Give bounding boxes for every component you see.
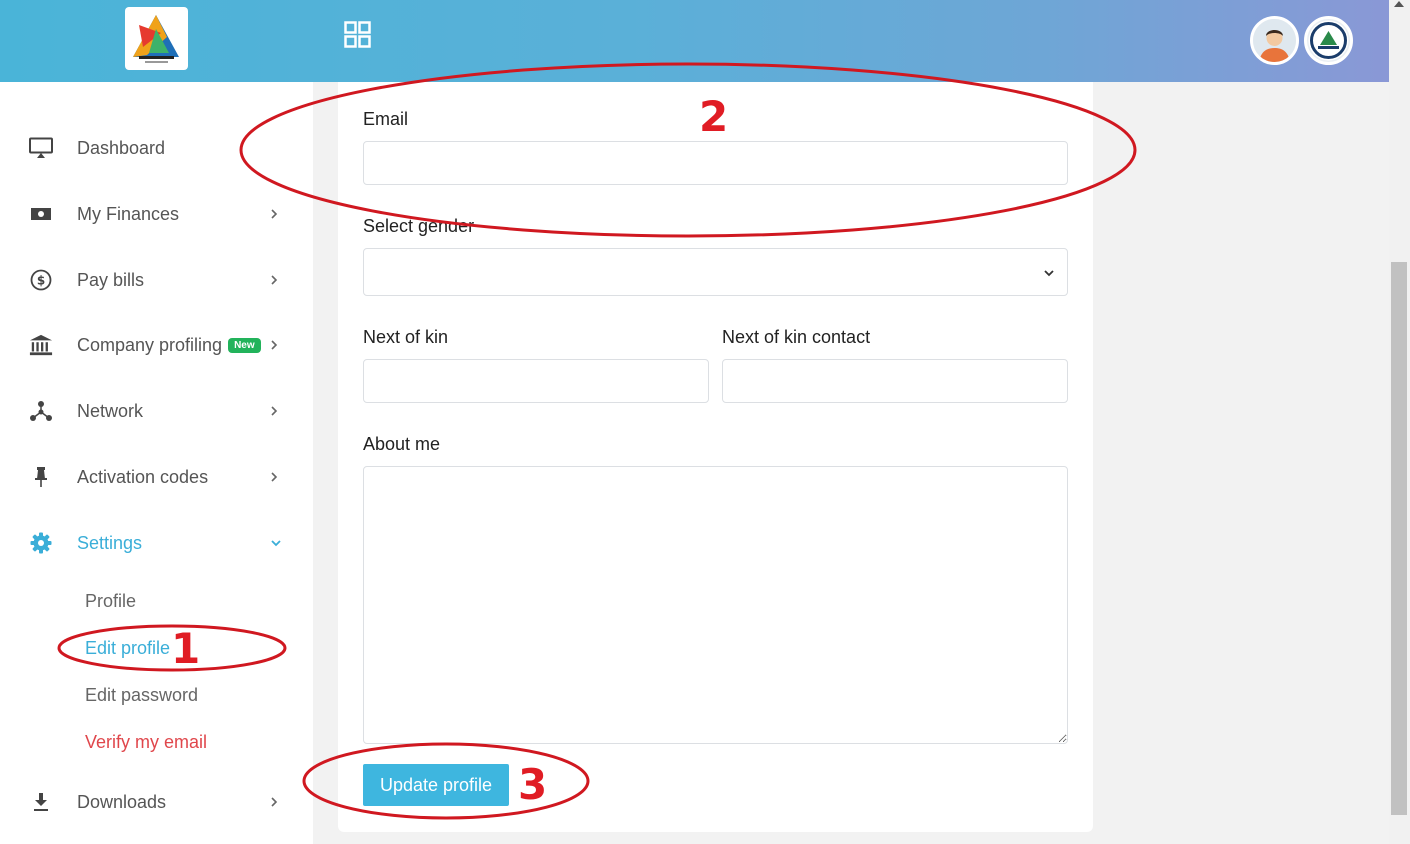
sidebar-item-dashboard[interactable]: Dashboard: [0, 128, 313, 168]
user-avatar-icon: [1253, 19, 1296, 62]
money-icon: [29, 202, 53, 226]
chevron-right-icon: [271, 406, 278, 416]
gear-icon: [29, 531, 53, 555]
sidebar-item-label: Company profiling New: [77, 335, 261, 356]
about-me-label: About me: [363, 434, 441, 454]
about-me-textarea[interactable]: [363, 466, 1068, 744]
bank-icon: [29, 333, 53, 357]
monitor-icon: [29, 136, 53, 160]
sidebar-item-network[interactable]: Network: [0, 391, 313, 431]
chevron-right-icon: [271, 340, 278, 350]
download-icon: [29, 790, 53, 814]
sidebar-item-settings[interactable]: Settings: [0, 523, 313, 563]
next-of-kin-field[interactable]: [363, 359, 709, 403]
dollar-circle-icon: $: [29, 268, 53, 292]
sidebar-item-my-finances[interactable]: My Finances: [0, 194, 313, 234]
sidebar: Dashboard My Finances $ Pay bills Compan…: [0, 82, 313, 844]
top-bar: [0, 0, 1389, 82]
submenu-edit-password[interactable]: Edit password: [85, 685, 198, 706]
company-avatar[interactable]: [1304, 16, 1353, 65]
sidebar-item-label: My Finances: [77, 203, 180, 224]
sidebar-item-label: Activation codes: [77, 466, 209, 487]
scrollbar-thumb[interactable]: [1391, 262, 1407, 815]
annotation-number-1: 1: [171, 624, 201, 673]
annotation-number-2: 2: [699, 92, 729, 141]
sidebar-item-label: Pay bills: [77, 269, 145, 290]
submenu-verify-email[interactable]: Verify my email: [85, 732, 207, 753]
annotation-number-3: 3: [518, 760, 548, 809]
scroll-up-arrow-icon[interactable]: [1393, 0, 1405, 8]
sidebar-item-label: Dashboard: [77, 137, 166, 158]
sidebar-item-label: Settings: [77, 532, 143, 553]
chevron-right-icon: [271, 472, 278, 482]
chevron-right-icon: [271, 275, 278, 285]
company-logo[interactable]: [125, 7, 188, 70]
submenu-profile[interactable]: Profile: [85, 591, 136, 612]
company-avatar-icon: [1308, 20, 1349, 61]
update-profile-button[interactable]: Update profile: [363, 764, 509, 806]
new-badge: New: [228, 337, 261, 353]
company-profiling-label: Company profiling: [77, 334, 223, 355]
next-of-kin-label: Next of kin: [363, 327, 449, 347]
sidebar-item-company-profiling[interactable]: Company profiling New: [0, 325, 313, 365]
next-of-kin-contact-label: Next of kin contact: [722, 327, 871, 347]
network-icon: [29, 399, 53, 423]
gender-select[interactable]: [363, 248, 1068, 296]
sidebar-item-pay-bills[interactable]: $ Pay bills: [0, 260, 313, 300]
pin-icon: [29, 465, 53, 489]
chevron-right-icon: [271, 209, 278, 219]
sidebar-item-downloads[interactable]: Downloads: [0, 782, 313, 822]
sidebar-item-label: Downloads: [77, 791, 167, 812]
chevron-down-icon: [271, 540, 281, 547]
gender-label: Select gender: [363, 216, 475, 236]
sidebar-item-label: Network: [77, 400, 144, 421]
next-of-kin-contact-field[interactable]: [722, 359, 1068, 403]
logo-mark-icon: [133, 15, 179, 63]
chevron-down-icon: [1044, 270, 1054, 277]
user-avatar[interactable]: [1250, 16, 1299, 65]
email-field[interactable]: [363, 141, 1068, 185]
chevron-right-icon: [271, 797, 278, 807]
submenu-edit-profile[interactable]: Edit profile: [85, 638, 170, 659]
sidebar-item-activation-codes[interactable]: Activation codes: [0, 457, 313, 497]
email-label: Email: [363, 109, 409, 129]
grid-icon[interactable]: [344, 21, 371, 48]
svg-text:$: $: [37, 274, 45, 288]
